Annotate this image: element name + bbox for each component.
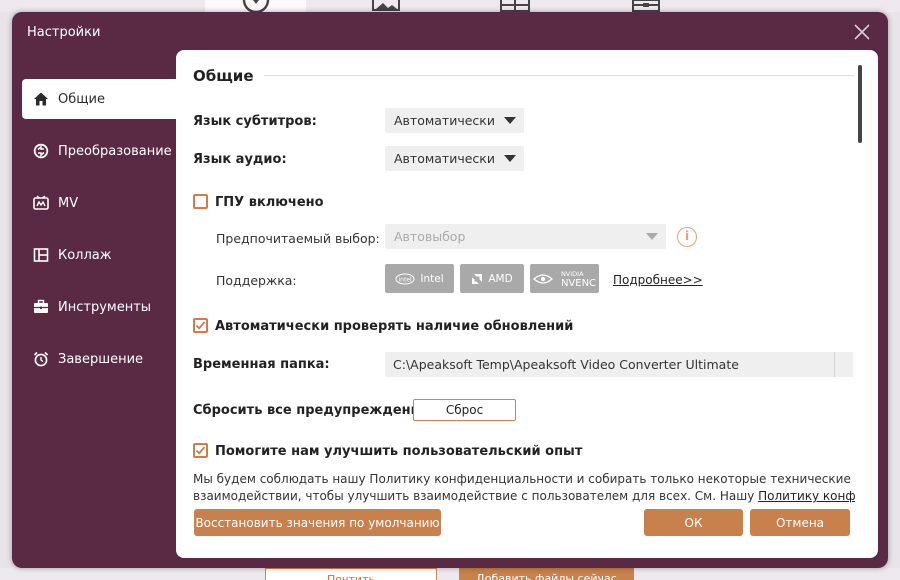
audio-language-value: Автоматически: [394, 151, 495, 166]
sidebar-item-label: Инструменты: [58, 299, 152, 315]
sidebar-item-label: Завершение: [58, 351, 144, 367]
bg-button-add-files[interactable]: Добавить файлы сейчас: [459, 568, 634, 580]
auto-update-label: Автоматически проверять наличие обновлен…: [215, 319, 574, 334]
reset-button[interactable]: Сброс: [413, 399, 516, 421]
nvidia-chip: NVIDIA NVENC: [530, 264, 599, 293]
film-tab-icon: [500, 0, 530, 12]
sidebar-item-finish[interactable]: Завершение: [22, 339, 176, 379]
bg-tab-toolbox[interactable]: [629, 0, 663, 12]
privacy-policy-link[interactable]: Политику конфиденциальности: [758, 489, 855, 503]
temp-folder-input[interactable]: C:\Apeaksoft Temp\Apeaksoft Video Conver…: [385, 352, 853, 377]
improve-experience-label: Помогите нам улучшить пользовательский о…: [215, 444, 583, 459]
privacy-description-line2: взаимодействии, чтобы улучшить взаимодей…: [193, 489, 759, 503]
support-label: Поддержка:: [216, 273, 297, 288]
settings-dialog: Настройки Общие Преобразование MV Коллаж…: [12, 12, 888, 568]
sidebar-item-mv[interactable]: MV: [22, 183, 176, 223]
video-tab-icon: [242, 0, 269, 12]
more-info-link[interactable]: Подробнее>>: [613, 273, 703, 287]
collage-icon: [32, 246, 50, 264]
subtitle-language-value: Автоматически: [394, 113, 495, 128]
reset-warnings-label: Сбросить все предупреждения:: [193, 403, 434, 418]
bg-tab-video[interactable]: [205, 0, 306, 12]
alarm-clock-icon: [32, 350, 50, 368]
sidebar-item-label: Общие: [58, 91, 105, 107]
chevron-down-icon: [646, 233, 658, 240]
sidebar-item-convert[interactable]: Преобразование: [22, 131, 176, 171]
amd-chip: AMD: [460, 264, 524, 293]
sidebar-item-tools[interactable]: Инструменты: [22, 287, 176, 327]
section-divider: [264, 75, 854, 76]
toolbox-icon: [32, 298, 50, 316]
subtitle-language-label: Язык субтитров:: [193, 114, 317, 129]
info-icon[interactable]: i: [677, 227, 697, 247]
chevron-down-icon: [504, 155, 516, 162]
background-footer: [0, 568, 900, 580]
subtitle-language-select[interactable]: Автоматически: [385, 108, 524, 133]
scrollbar[interactable]: [858, 65, 862, 143]
chevron-down-icon: [504, 117, 516, 124]
bg-tab-film[interactable]: [497, 0, 533, 12]
section-title: Общие: [193, 67, 254, 85]
mv-icon: [32, 194, 50, 212]
restore-defaults-button[interactable]: Восстановить значения по умолчанию: [194, 509, 441, 536]
sidebar-item-collage[interactable]: Коллаж: [22, 235, 176, 275]
gpu-checkbox[interactable]: [193, 194, 208, 209]
gpu-label: ГПУ включено: [215, 195, 324, 210]
nvenc-label: NVENC: [560, 277, 597, 289]
background-toolbar: [0, 0, 900, 12]
privacy-description-line1: Мы будем соблюдать нашу Политику конфиде…: [193, 472, 855, 486]
privacy-description: Мы будем соблюдать нашу Политику конфиде…: [193, 471, 855, 505]
bg-tab-image[interactable]: [366, 0, 406, 12]
amd-label: AMD: [488, 272, 513, 285]
preferred-choice-value: Автовыбор: [394, 229, 466, 244]
auto-update-checkbox[interactable]: [193, 318, 208, 333]
dialog-title: Настройки: [27, 25, 101, 40]
general-settings-panel: Общие Язык субтитров: Автоматически Язык…: [176, 50, 878, 558]
cancel-button[interactable]: Отмена: [750, 509, 850, 536]
bg-button-outline[interactable]: Почтить: [265, 568, 437, 580]
close-button[interactable]: [852, 22, 872, 42]
ok-button[interactable]: ОК: [644, 509, 743, 536]
nvidia-logo-icon: [533, 273, 553, 284]
image-tab-icon: [372, 0, 400, 11]
intel-label: Intel: [420, 272, 444, 285]
checkmark-icon: [195, 321, 206, 330]
home-icon: [32, 90, 50, 108]
amd-logo-icon: [472, 273, 483, 284]
improve-experience-checkbox[interactable]: [193, 443, 208, 458]
sidebar-item-label: Коллаж: [58, 247, 112, 263]
toolbox-tab-icon: [632, 0, 660, 12]
sidebar-item-label: Преобразование: [58, 143, 172, 159]
intel-logo-icon: intel: [395, 273, 415, 284]
checkmark-icon: [195, 446, 206, 455]
audio-language-label: Язык аудио:: [193, 152, 287, 167]
browse-folder-button[interactable]: [834, 352, 853, 377]
temp-folder-label: Временная папка:: [193, 357, 330, 372]
convert-icon: [32, 142, 50, 160]
audio-language-select[interactable]: Автоматически: [385, 146, 524, 171]
close-icon: [854, 24, 870, 40]
sidebar-item-general[interactable]: Общие: [22, 79, 176, 119]
intel-chip: intel Intel: [385, 264, 454, 293]
sidebar-item-label: MV: [58, 195, 79, 211]
temp-folder-value: C:\Apeaksoft Temp\Apeaksoft Video Conver…: [393, 357, 739, 372]
preferred-choice-label: Предпочитаемый выбор:: [216, 231, 380, 246]
preferred-choice-select[interactable]: Автовыбор: [385, 224, 666, 249]
svg-text:intel: intel: [399, 276, 413, 283]
